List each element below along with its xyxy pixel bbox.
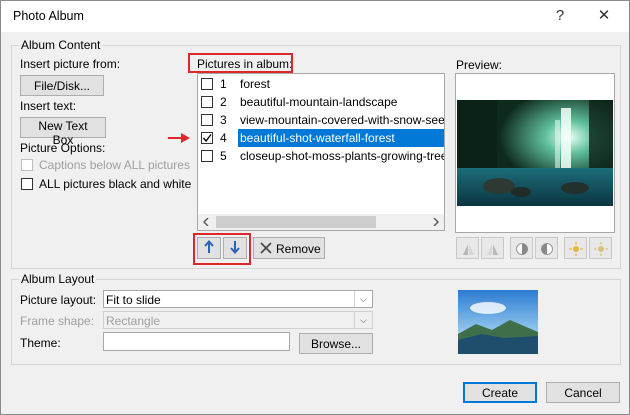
insert-text-label: Insert text: — [20, 99, 77, 113]
list-item-selected[interactable]: 4 beautiful-shot-waterfall-forest — [198, 129, 444, 147]
annotation-box-move-buttons — [193, 233, 251, 265]
increase-brightness-icon[interactable] — [564, 237, 587, 259]
frame-shape-select[interactable]: Rectangle ⌵ — [103, 311, 373, 329]
frame-shape-value: Rectangle — [106, 314, 161, 328]
theme-label: Theme: — [20, 336, 61, 350]
album-content-legend: Album Content — [19, 38, 103, 52]
item-number: 4 — [220, 131, 227, 145]
create-label: Create — [481, 385, 519, 400]
rotate-right-icon[interactable] — [481, 237, 504, 259]
picture-layout-label: Picture layout: — [20, 293, 97, 307]
decrease-contrast-icon[interactable] — [535, 237, 558, 259]
horizontal-scrollbar[interactable] — [198, 214, 444, 230]
check-icon — [202, 134, 212, 143]
scroll-left-icon[interactable] — [202, 218, 210, 226]
black-white-checkbox[interactable] — [21, 178, 33, 190]
file-disk-button[interactable]: File/Disk... — [20, 75, 104, 96]
browse-button[interactable]: Browse... — [299, 333, 373, 354]
preview-label: Preview: — [456, 58, 503, 72]
item-name: beautiful-mountain-landscape — [240, 95, 398, 109]
rotate-left-icon[interactable] — [456, 237, 479, 259]
remove-label: Remove — [276, 242, 321, 256]
waterfall-preview-image — [457, 100, 613, 206]
captions-checkbox[interactable] — [21, 159, 33, 171]
help-button[interactable]: ? — [545, 5, 575, 27]
scrollbar-thumb[interactable] — [216, 216, 376, 228]
item-number: 3 — [220, 113, 227, 127]
pictures-list[interactable]: 1 forest 2 beautiful-mountain-landscape … — [197, 73, 445, 231]
browse-label: Browse... — [310, 336, 361, 351]
item-number: 2 — [220, 95, 227, 109]
remove-button[interactable]: Remove — [253, 237, 325, 259]
item-checkbox-checked[interactable] — [201, 132, 213, 144]
file-disk-label: File/Disk... — [33, 78, 90, 93]
preview-frame — [455, 73, 615, 233]
decrease-brightness-icon[interactable] — [589, 237, 612, 259]
list-item[interactable]: 5 closeup-shot-moss-plants-growing-tree — [198, 147, 444, 165]
item-checkbox[interactable] — [201, 96, 213, 108]
annotation-arrow-icon — [168, 133, 190, 143]
chevron-down-icon[interactable]: ⌵ — [354, 312, 372, 328]
frame-shape-label: Frame shape: — [20, 314, 95, 328]
item-name: closeup-shot-moss-plants-growing-tree — [240, 149, 445, 163]
item-name: view-mountain-covered-with-snow-seen — [240, 113, 445, 127]
album-layout-legend: Album Layout — [19, 272, 97, 286]
new-text-box-button[interactable]: New Text Box — [20, 117, 106, 147]
cancel-button[interactable]: Cancel — [546, 382, 620, 403]
item-checkbox[interactable] — [201, 114, 213, 126]
annotation-box-pictures-label — [188, 53, 293, 73]
item-checkbox[interactable] — [201, 78, 213, 90]
theme-input[interactable] — [103, 332, 290, 351]
photo-album-dialog: Photo Album ? ✕ Album Content Insert pic… — [0, 0, 630, 415]
picture-layout-value: Fit to slide — [106, 293, 161, 307]
list-item[interactable]: 1 forest — [198, 75, 444, 93]
black-white-label: ALL pictures black and white — [39, 177, 192, 191]
list-item[interactable]: 2 beautiful-mountain-landscape — [198, 93, 444, 111]
list-item[interactable]: 3 view-mountain-covered-with-snow-seen — [198, 111, 444, 129]
item-number: 5 — [220, 149, 227, 163]
picture-layout-select[interactable]: Fit to slide ⌵ — [103, 290, 373, 308]
create-button[interactable]: Create — [463, 382, 537, 403]
dialog-title: Photo Album — [13, 9, 84, 23]
item-name: forest — [240, 77, 271, 91]
picture-options-label: Picture Options: — [20, 141, 106, 155]
insert-picture-label: Insert picture from: — [20, 57, 121, 71]
close-button[interactable]: ✕ — [589, 5, 619, 27]
scroll-right-icon[interactable] — [432, 218, 440, 226]
item-number: 1 — [220, 77, 227, 91]
title-bar: Photo Album ? ✕ — [1, 1, 629, 32]
remove-x-icon — [260, 242, 272, 254]
cancel-label: Cancel — [564, 385, 602, 400]
item-name: beautiful-shot-waterfall-forest — [240, 131, 395, 145]
captions-label: Captions below ALL pictures — [39, 158, 190, 172]
item-checkbox[interactable] — [201, 150, 213, 162]
layout-preview-image — [458, 290, 538, 354]
increase-contrast-icon[interactable] — [510, 237, 533, 259]
chevron-down-icon[interactable]: ⌵ — [354, 291, 372, 307]
